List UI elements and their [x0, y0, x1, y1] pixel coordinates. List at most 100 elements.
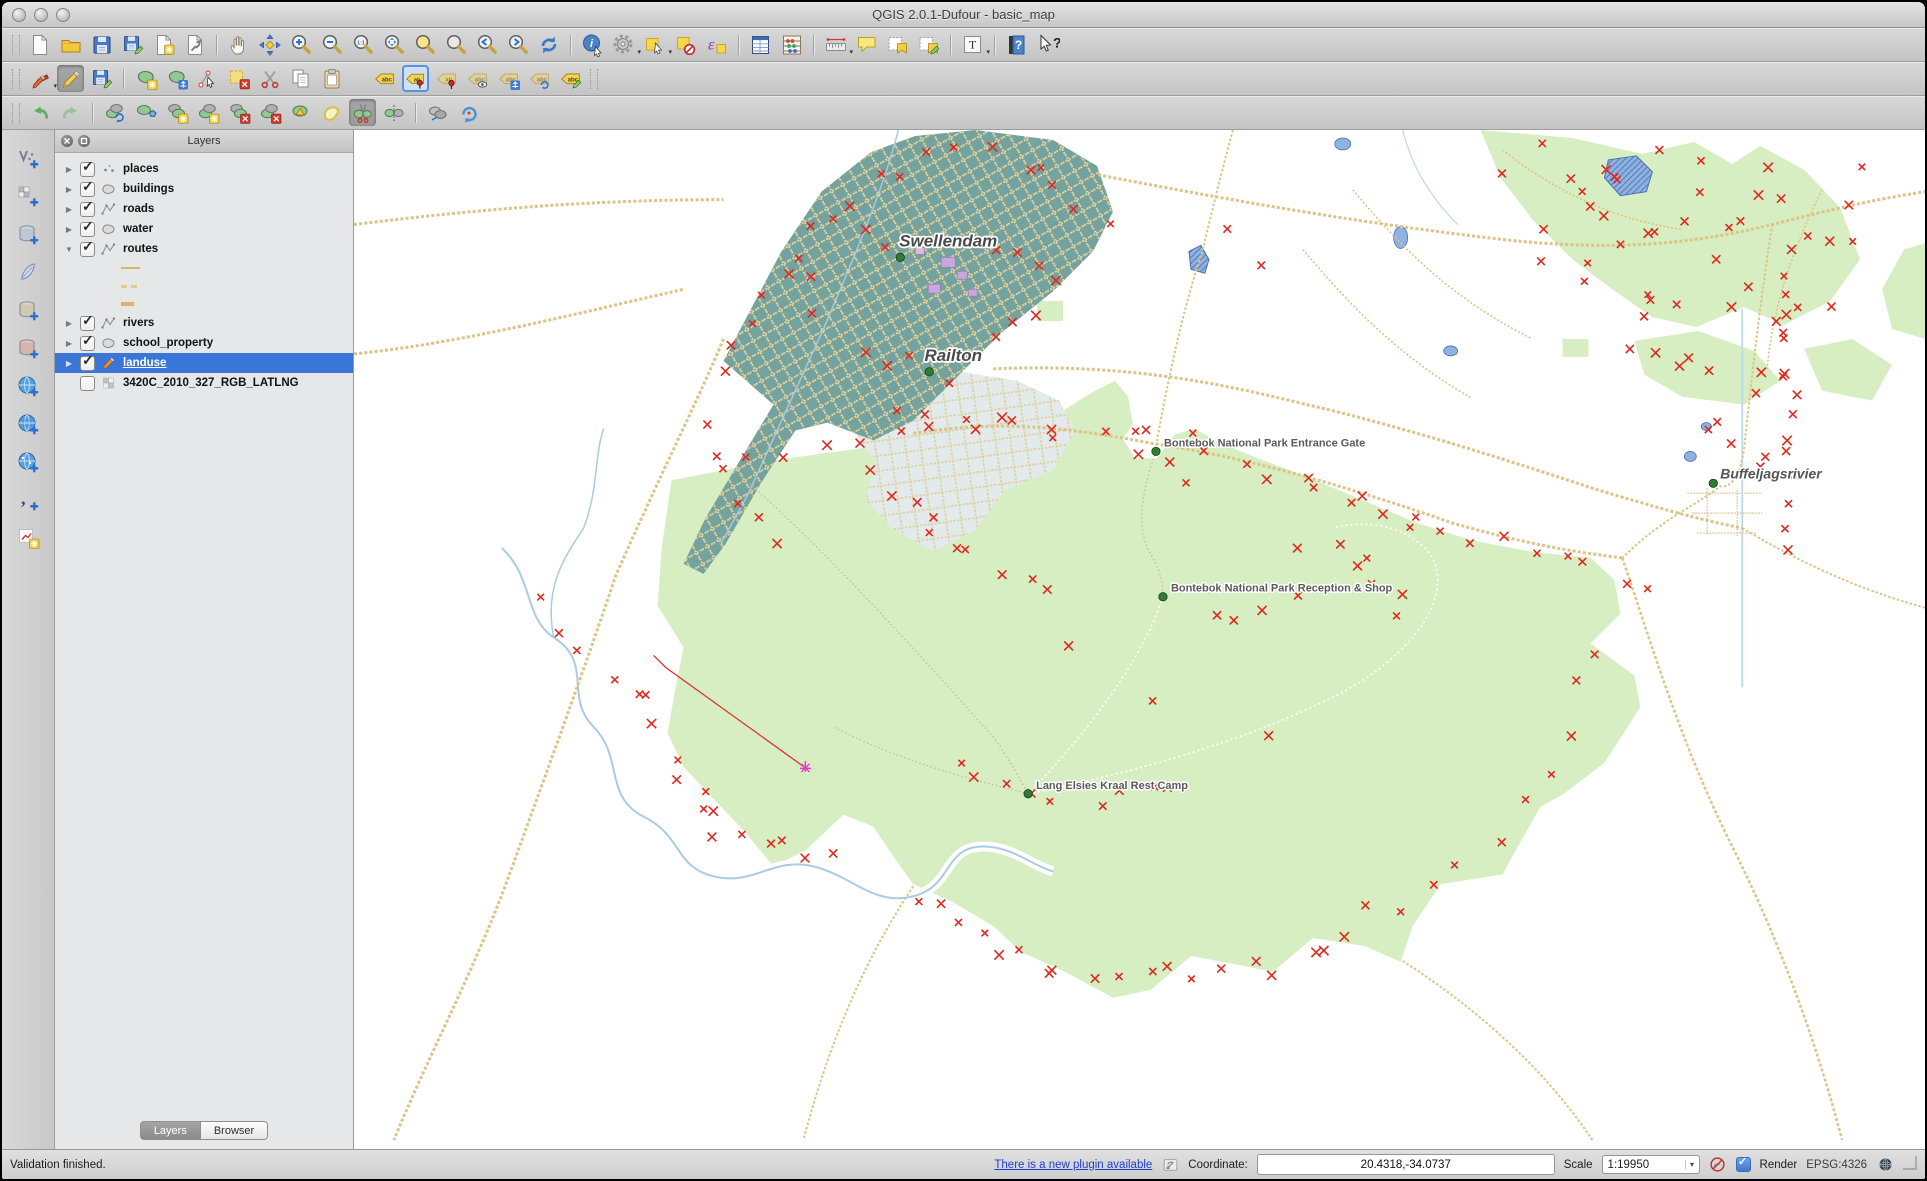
- add-vector-layer-button[interactable]: [15, 144, 42, 171]
- layer-row-3420C_2010_327_RGB_LATLNG[interactable]: 3420C_2010_327_RGB_LATLNG: [55, 373, 353, 393]
- layer-expander-icon[interactable]: ▶: [63, 359, 75, 368]
- undo-button[interactable]: [26, 99, 53, 126]
- zoom-full-button[interactable]: [380, 31, 407, 58]
- add-wfs-layer-button[interactable]: [15, 448, 42, 475]
- panel-close-button[interactable]: [61, 135, 73, 147]
- map-canvas[interactable]: SwellendamRailtonBontebok National Park …: [354, 130, 1925, 1149]
- move-label-button[interactable]: abc: [495, 65, 522, 92]
- layer-visibility-checkbox[interactable]: [80, 162, 95, 177]
- add-feature-button[interactable]: [132, 65, 159, 92]
- add-postgis-layer-button[interactable]: [15, 220, 42, 247]
- rotate-point-symbols-button[interactable]: [455, 99, 482, 126]
- tab-browser[interactable]: Browser: [201, 1121, 268, 1140]
- text-annotation-button[interactable]: T▾: [959, 31, 986, 58]
- layer-row-water[interactable]: ▶water: [55, 219, 353, 239]
- pin-unpin-labels-button[interactable]: ab: [433, 65, 460, 92]
- map-tips-button[interactable]: [853, 31, 880, 58]
- layer-expander-icon[interactable]: ▶: [63, 185, 75, 194]
- toolbar-drag-handle[interactable]: [12, 69, 20, 89]
- node-tool-button[interactable]: [194, 65, 221, 92]
- layer-symbology-item[interactable]: [55, 277, 353, 295]
- show-bookmarks-button[interactable]: [915, 31, 942, 58]
- zoom-in-button[interactable]: [287, 31, 314, 58]
- add-raster-layer-button[interactable]: [15, 182, 42, 209]
- layer-row-buildings[interactable]: ▶buildings: [55, 179, 353, 199]
- layer-row-rivers[interactable]: ▶rivers: [55, 313, 353, 333]
- move-feature-button[interactable]: [163, 65, 190, 92]
- zoom-last-button[interactable]: [473, 31, 500, 58]
- crs-globe-icon[interactable]: [1876, 1156, 1894, 1174]
- simplify-feature-button[interactable]: [132, 99, 159, 126]
- labeling-options-button[interactable]: abc: [371, 65, 398, 92]
- help-contents-button[interactable]: ?: [1003, 31, 1030, 58]
- new-print-composer-button[interactable]: [150, 31, 177, 58]
- composer-manager-button[interactable]: [181, 31, 208, 58]
- layer-visibility-checkbox[interactable]: [80, 376, 95, 391]
- change-label-button[interactable]: abc: [557, 65, 584, 92]
- add-part-button[interactable]: [194, 99, 221, 126]
- redo-button[interactable]: [57, 99, 84, 126]
- select-features-button[interactable]: ▾: [641, 31, 668, 58]
- layer-expander-icon[interactable]: ▼: [63, 245, 75, 254]
- zoom-to-layer-button[interactable]: [442, 31, 469, 58]
- paste-features-button[interactable]: [318, 65, 345, 92]
- new-project-button[interactable]: [26, 31, 53, 58]
- save-project-button[interactable]: [88, 31, 115, 58]
- layer-visibility-checkbox[interactable]: [80, 356, 95, 371]
- split-parts-button[interactable]: [380, 99, 407, 126]
- layer-row-landuse[interactable]: ▶landuse: [55, 353, 353, 373]
- rotate-label-button[interactable]: abc: [526, 65, 553, 92]
- copy-features-button[interactable]: [287, 65, 314, 92]
- panel-float-button[interactable]: [78, 135, 90, 147]
- toolbar-drag-handle[interactable]: [12, 103, 20, 123]
- pan-to-selection-button[interactable]: [256, 31, 283, 58]
- delete-selected-button[interactable]: [225, 65, 252, 92]
- add-mssql-layer-button[interactable]: [15, 296, 42, 323]
- add-ring-button[interactable]: [163, 99, 190, 126]
- select-by-expression-button[interactable]: ε: [703, 31, 730, 58]
- refresh-map-button[interactable]: [535, 31, 562, 58]
- add-wms-layer-button[interactable]: [15, 372, 42, 399]
- open-attribute-table-button[interactable]: [747, 31, 774, 58]
- deselect-all-button[interactable]: [672, 31, 699, 58]
- new-shapefile-layer-button[interactable]: [15, 524, 42, 551]
- run-feature-action-button[interactable]: ▾: [610, 31, 637, 58]
- layer-row-school_property[interactable]: ▶school_property: [55, 333, 353, 353]
- split-features-button[interactable]: [349, 99, 376, 126]
- layer-visibility-checkbox[interactable]: [80, 242, 95, 257]
- offset-curve-button[interactable]: [318, 99, 345, 126]
- render-checkbox[interactable]: [1736, 1157, 1751, 1172]
- plugin-icon[interactable]: [1161, 1156, 1179, 1174]
- current-edits-button[interactable]: ▾: [26, 65, 53, 92]
- zoom-out-button[interactable]: [318, 31, 345, 58]
- merge-selected-features-button[interactable]: [424, 99, 451, 126]
- new-bookmark-button[interactable]: [884, 31, 911, 58]
- save-project-as-button[interactable]: [119, 31, 146, 58]
- layer-visibility-checkbox[interactable]: [80, 202, 95, 217]
- rotate-feature-button[interactable]: [101, 99, 128, 126]
- scale-combo[interactable]: 1:19950 ▾: [1602, 1155, 1700, 1174]
- layer-row-places[interactable]: ▶places: [55, 159, 353, 179]
- add-delimited-text-layer-button[interactable]: ,: [15, 486, 42, 513]
- whats-this-button[interactable]: ?: [1034, 31, 1061, 58]
- layer-expander-icon[interactable]: ▶: [63, 225, 75, 234]
- layer-expander-icon[interactable]: ▶: [63, 339, 75, 348]
- field-calculator-button[interactable]: [778, 31, 805, 58]
- layer-row-routes[interactable]: ▼routes: [55, 239, 353, 259]
- measure-line-button[interactable]: ▾: [822, 31, 849, 58]
- layer-symbology-item[interactable]: [55, 259, 353, 277]
- resize-grip[interactable]: [1903, 1156, 1917, 1170]
- pan-map-button[interactable]: [225, 31, 252, 58]
- layer-visibility-checkbox[interactable]: [80, 336, 95, 351]
- coordinate-input[interactable]: [1257, 1154, 1555, 1175]
- layer-visibility-checkbox[interactable]: [80, 222, 95, 237]
- reshape-features-button[interactable]: [287, 99, 314, 126]
- layer-symbology-item[interactable]: [55, 295, 353, 313]
- plugin-link[interactable]: There is a new plugin available: [994, 1159, 1152, 1171]
- zoom-to-selection-button[interactable]: [411, 31, 438, 58]
- add-wcs-layer-button[interactable]: [15, 410, 42, 437]
- zoom-next-button[interactable]: [504, 31, 531, 58]
- layer-expander-icon[interactable]: ▶: [63, 319, 75, 328]
- show-hide-labels-button[interactable]: abc: [464, 65, 491, 92]
- layer-visibility-checkbox[interactable]: [80, 316, 95, 331]
